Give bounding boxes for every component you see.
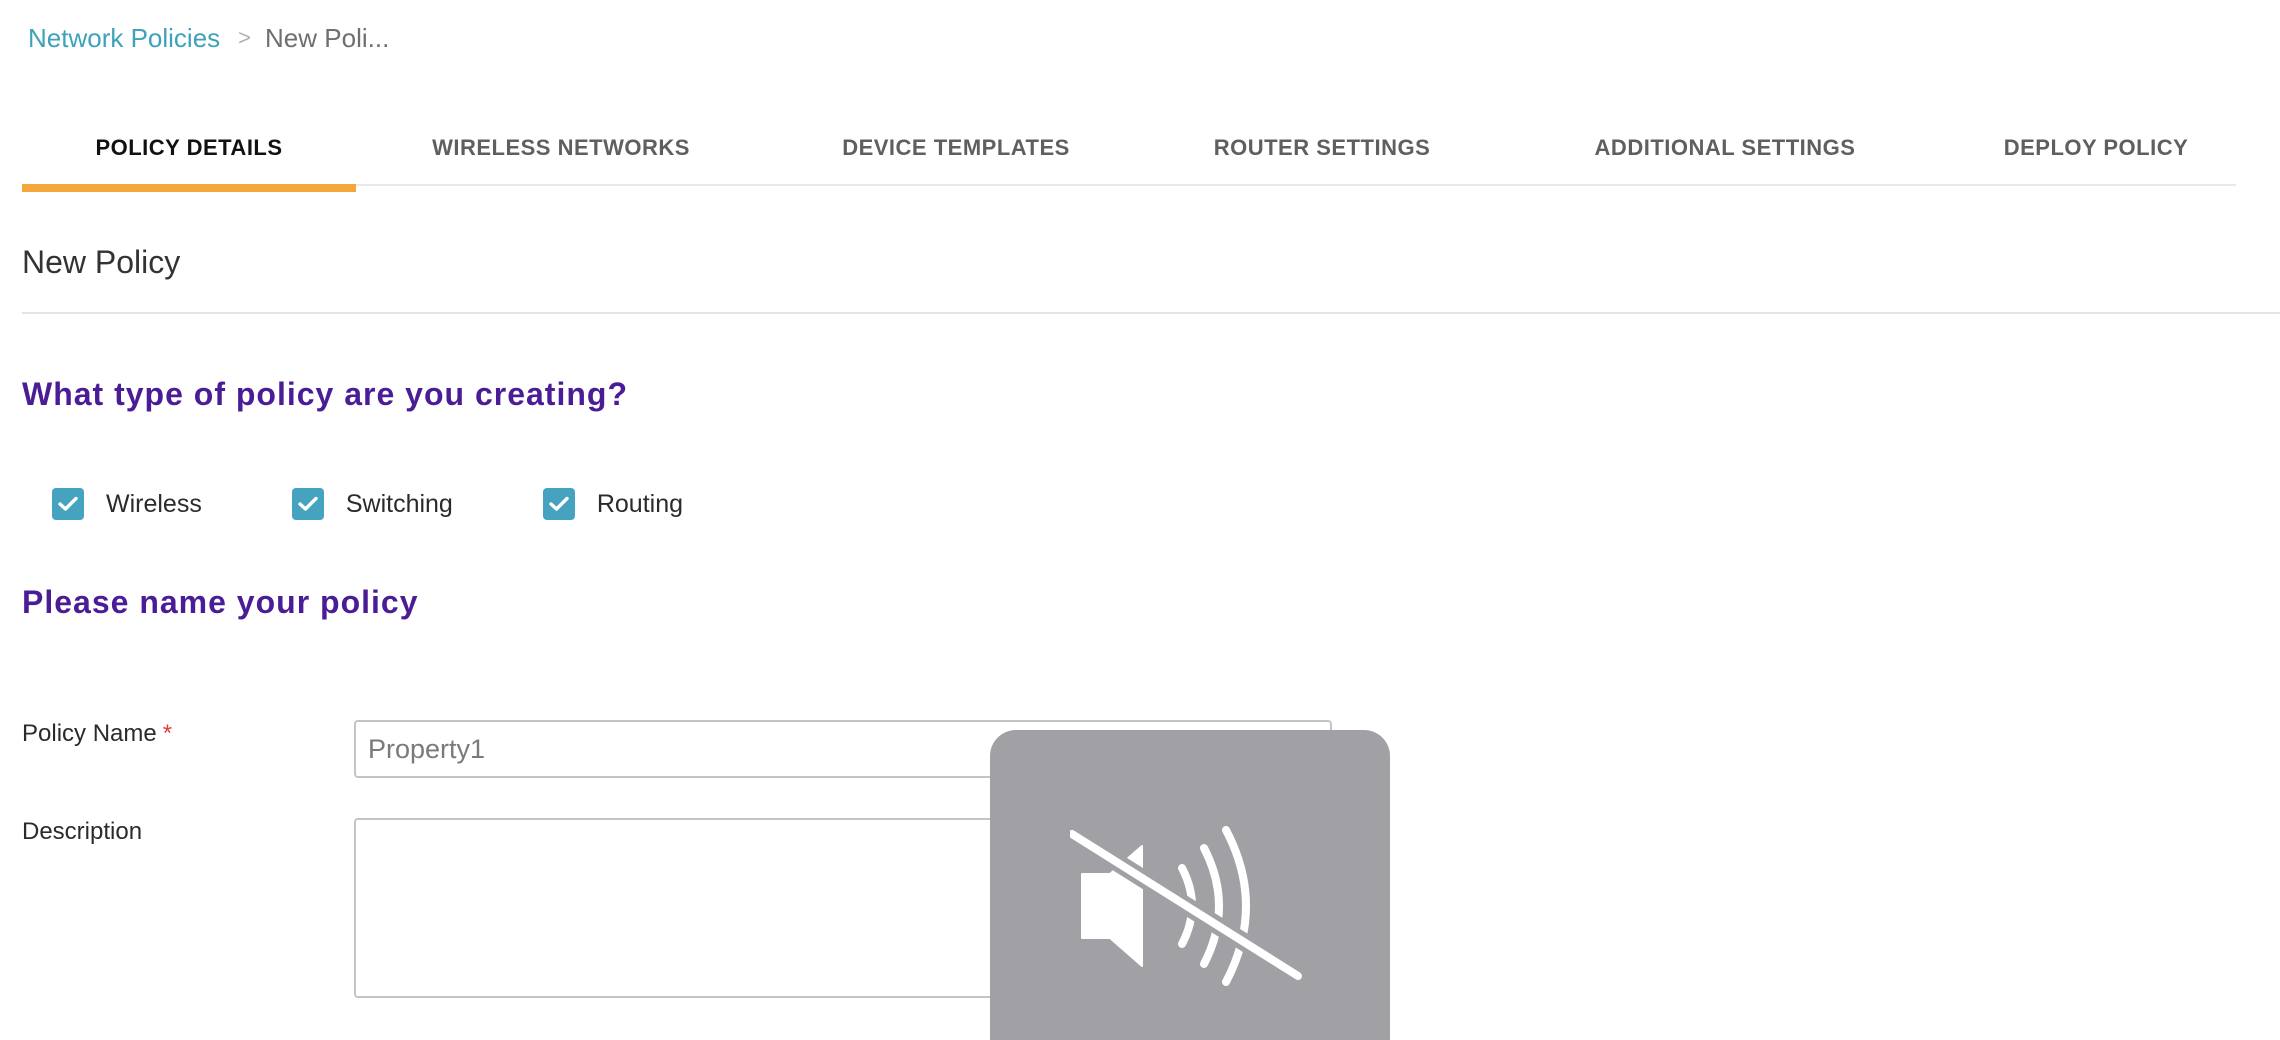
policy-type-heading: What type of policy are you creating? [22,376,628,412]
wireless-option[interactable]: Wireless [52,488,202,520]
breadcrumb-current: New Poli... [265,22,390,53]
switching-label: Switching [345,489,453,518]
checkmark-icon [298,496,318,511]
required-marker: * [162,720,173,747]
tab-deploy-policy[interactable]: DEPLOY POLICY [1968,112,2224,184]
routing-option[interactable]: Routing [542,488,684,520]
checkmark-icon [549,496,569,511]
speaker-muted-icon [1070,826,1307,986]
policy-name-label-text: Policy Name [22,720,157,747]
routing-checkbox[interactable] [542,488,575,520]
mute-overlay [990,730,1390,1040]
breadcrumb: Network Policies > New Poli... [28,18,389,58]
policy-name-heading: Please name your policy [22,584,419,620]
description-label: Description [22,818,143,845]
tab-additional-settings[interactable]: ADDITIONAL SETTINGS [1558,112,1892,184]
tab-bar: POLICY DETAILS WIRELESS NETWORKS DEVICE … [22,112,2236,192]
policy-name-label: Policy Name * [22,720,172,748]
wireless-label: Wireless [106,489,202,518]
switching-checkbox[interactable] [291,488,324,520]
policy-editor-page: Network Policies > New Poli... POLICY DE… [0,0,2280,1040]
checkmark-icon [58,496,78,511]
title-divider [22,312,2280,314]
routing-label: Routing [596,489,684,518]
breadcrumb-network-policies-link[interactable]: Network Policies [28,23,220,54]
tab-router-settings[interactable]: ROUTER SETTINGS [1184,112,1460,184]
tab-policy-details[interactable]: POLICY DETAILS [22,112,356,192]
policy-type-options: Wireless Switching Routing [52,486,683,522]
tab-wireless-networks[interactable]: WIRELESS NETWORKS [404,112,718,184]
breadcrumb-separator-icon: > [238,25,252,50]
page-title: New Policy [22,244,181,280]
wireless-checkbox[interactable] [52,488,84,520]
switching-option[interactable]: Switching [291,488,453,520]
tab-device-templates[interactable]: DEVICE TEMPLATES [806,112,1106,184]
